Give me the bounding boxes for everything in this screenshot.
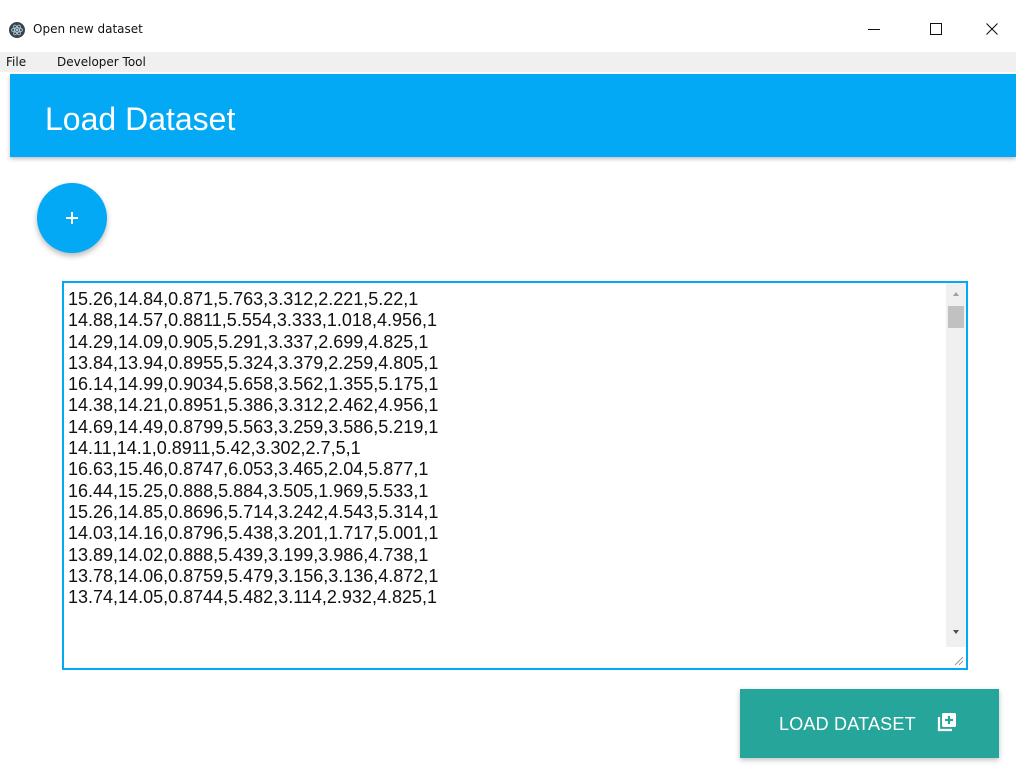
- title-bar: Open new dataset: [0, 0, 1016, 52]
- dataset-line: 13.74,14.05,0.8744,5.482,3.114,2.932,4.8…: [68, 587, 437, 608]
- dataset-content: 15.26,14.84,0.871,5.763,3.312,2.221,5.22…: [68, 289, 938, 608]
- dataset-line: 14.69,14.49,0.8799,5.563,3.259,3.586,5.2…: [68, 416, 439, 437]
- maximize-button[interactable]: [913, 16, 959, 42]
- dataset-line: 16.14,14.99,0.9034,5.658,3.562,1.355,5.1…: [68, 374, 439, 395]
- dataset-line: 15.26,14.85,0.8696,5.714,3.242,4.543,5.3…: [68, 501, 439, 522]
- app-header: Load Dataset: [10, 74, 1016, 157]
- dataset-textarea[interactable]: 15.26,14.84,0.871,5.763,3.312,2.221,5.22…: [62, 281, 968, 670]
- dataset-line: 14.11,14.1,0.8911,5.42,3.302,2.7,5,1: [68, 438, 361, 459]
- scroll-up-arrow-icon[interactable]: [952, 291, 960, 297]
- dataset-line: 14.88,14.57,0.8811,5.554,3.333,1.018,4.9…: [68, 310, 437, 331]
- window-title: Open new dataset: [33, 22, 143, 36]
- load-dataset-button[interactable]: LOAD DATASET: [740, 689, 999, 758]
- maximize-icon: [930, 23, 942, 35]
- library-add-icon: [937, 713, 956, 732]
- menu-bar: File Developer Tool: [0, 52, 1016, 72]
- scrollbar-thumb[interactable]: [948, 306, 964, 328]
- minimize-button[interactable]: [851, 16, 897, 42]
- menu-developer-tool[interactable]: Developer Tool: [57, 54, 146, 70]
- page-title: Load Dataset: [45, 101, 236, 137]
- dataset-line: 16.63,15.46,0.8747,6.053,3.465,2.04,5.87…: [68, 459, 429, 480]
- dataset-line: 13.89,14.02,0.888,5.439,3.199,3.986,4.73…: [68, 544, 429, 565]
- dataset-line: 15.26,14.84,0.871,5.763,3.312,2.221,5.22…: [68, 289, 419, 309]
- dataset-line: 14.03,14.16,0.8796,5.438,3.201,1.717,5.0…: [68, 523, 439, 544]
- dataset-line: 16.44,15.25,0.888,5.884,3.505,1.969,5.53…: [68, 480, 429, 501]
- dataset-line: 14.38,14.21,0.8951,5.386,3.312,2.462,4.9…: [68, 395, 439, 416]
- add-file-button[interactable]: [37, 183, 107, 253]
- plus-icon: [66, 212, 78, 224]
- menu-file[interactable]: File: [6, 54, 26, 70]
- load-dataset-label: LOAD DATASET: [779, 714, 916, 734]
- vertical-scrollbar[interactable]: [946, 283, 966, 647]
- dataset-line: 13.78,14.06,0.8759,5.479,3.156,3.136,4.8…: [68, 565, 439, 586]
- scroll-down-arrow-icon[interactable]: [952, 629, 960, 635]
- app-window: Open new dataset File Developer Tool Loa…: [0, 0, 1016, 769]
- resize-grip-icon[interactable]: [952, 654, 964, 666]
- minimize-icon: [868, 29, 880, 30]
- close-button[interactable]: [969, 16, 1015, 42]
- electron-app-icon: [9, 22, 25, 38]
- close-icon: [986, 23, 998, 35]
- dataset-line: 14.29,14.09,0.905,5.291,3.337,2.699,4.82…: [68, 331, 429, 352]
- dataset-line: 13.84,13.94,0.8955,5.324,3.379,2.259,4.8…: [68, 352, 439, 373]
